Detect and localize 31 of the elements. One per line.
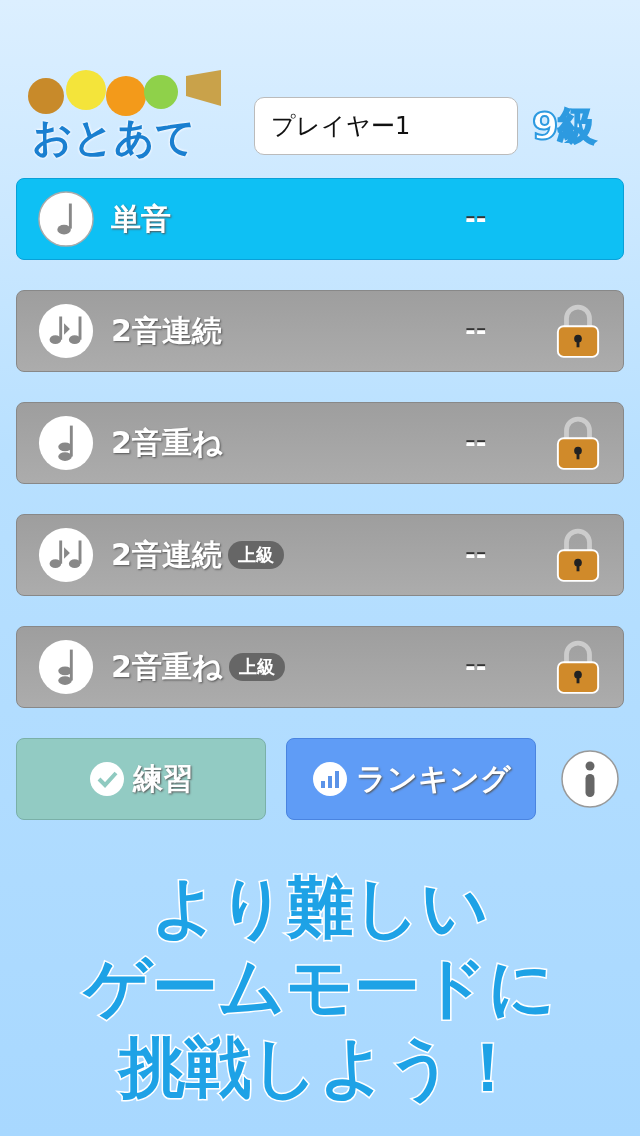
check-icon [89,761,125,797]
game-mode-button[interactable]: 2音連続 -- [16,290,624,372]
practice-button[interactable]: 練習 [16,738,266,820]
mode-label: 2音重ね [111,647,223,686]
app-logo-text: おとあて [32,113,196,162]
promo-text: より難しい ゲームモードに 挑戦しよう！ [81,868,557,1108]
score-text: -- [465,204,488,234]
bar-chart-icon [311,761,348,797]
game-mode-button[interactable]: 2音重ね 上級 -- [16,626,624,708]
mode-label: 2音連続 [111,535,222,574]
score-text: -- [465,540,488,570]
chord-note-icon [37,638,95,696]
info-icon[interactable] [560,749,620,809]
notes-icon [37,526,95,584]
game-mode-button[interactable]: 2音重ね -- [16,402,624,484]
player-name-field[interactable]: プレイヤー1 [254,97,518,155]
mode-label: 単音 [111,199,171,238]
chord-note-icon [37,414,95,472]
score-text: -- [465,428,488,458]
score-text: -- [465,652,488,682]
score-text: -- [465,316,488,346]
advanced-badge: 上級 [227,541,284,569]
note-icon [37,190,95,248]
notes-icon [37,302,95,360]
advanced-badge: 上級 [228,653,285,681]
rank-label: 9級 [532,102,597,150]
ranking-button[interactable]: ランキング [286,738,536,820]
game-mode-button[interactable]: 2音連続 上級 -- [16,514,624,596]
mode-label: 2音重ね [111,423,223,462]
mode-label: 2音連続 [111,311,222,350]
game-mode-button[interactable]: 単音 -- [16,178,624,260]
